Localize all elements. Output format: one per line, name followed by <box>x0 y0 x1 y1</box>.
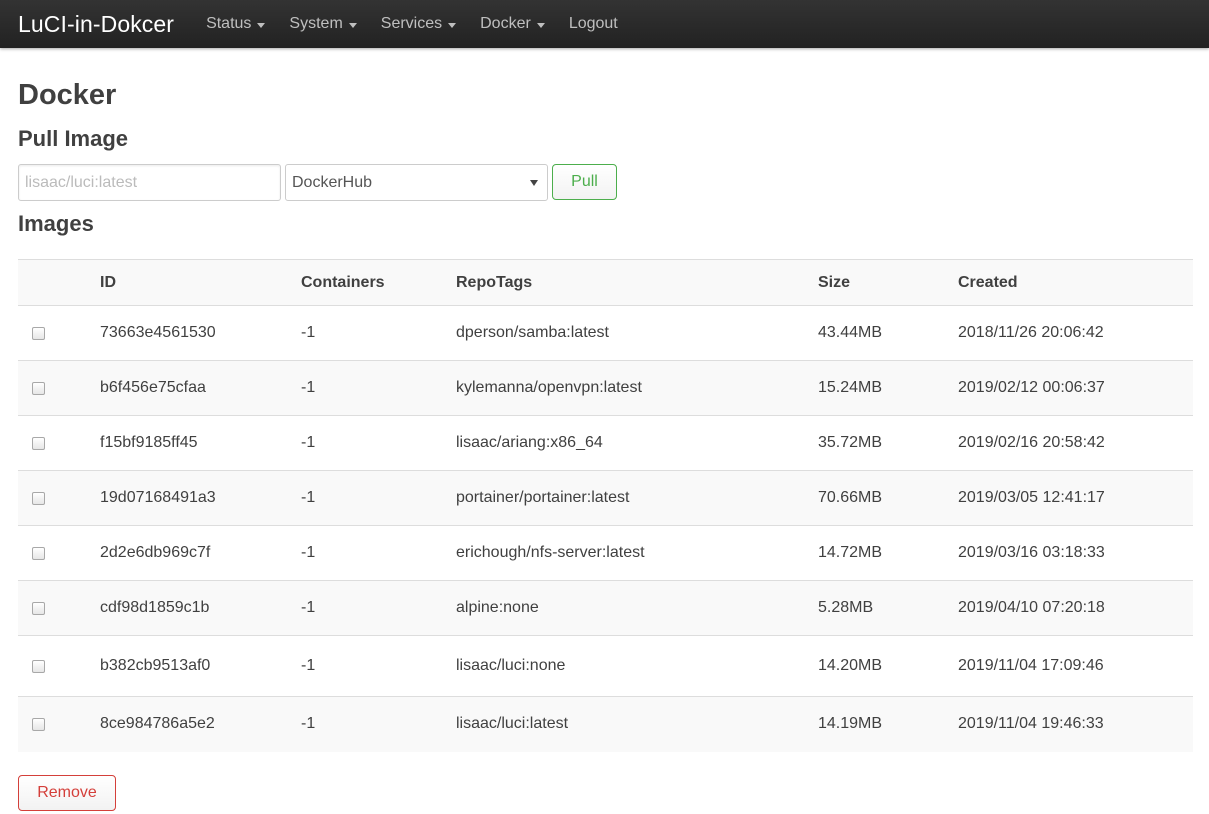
page-title: Docker <box>18 79 117 111</box>
dropdown-arrow-icon <box>530 179 538 186</box>
image-created: 2019/11/04 19:46:33 <box>958 715 1104 733</box>
image-repotags: dperson/samba:latest <box>456 305 818 361</box>
image-size: 15.24MB <box>818 360 958 416</box>
row-checkbox[interactable] <box>32 491 45 505</box>
images-title: Images <box>18 211 94 236</box>
image-containers: -1 <box>301 580 456 636</box>
row-checkbox[interactable] <box>32 381 45 395</box>
table-header-row: ID Containers RepoTags Size Created <box>18 259 1193 306</box>
main-content: Docker Pull Image DockerHub Pull Images … <box>0 78 1209 811</box>
image-containers: -1 <box>301 715 316 733</box>
image-size: 14.19MB <box>818 715 883 733</box>
header-repotags: RepoTags <box>456 259 818 306</box>
chevron-down-icon <box>536 22 545 28</box>
image-size: 5.28MB <box>818 580 958 636</box>
header-select <box>18 259 100 306</box>
table-row: b382cb9513af0 -1 lisaac/luci:none 14.20M… <box>18 635 1193 697</box>
nav-docker-label: Docker <box>480 15 531 32</box>
header-containers: Containers <box>301 259 456 306</box>
image-name-input[interactable] <box>18 164 281 201</box>
image-created: 2019/02/16 20:58:42 <box>958 415 1193 471</box>
table-row: cdf98d1859c1b -1 alpine:none 5.28MB 2019… <box>18 580 1193 636</box>
image-containers: -1 <box>301 470 456 526</box>
pull-button[interactable]: Pull <box>552 164 617 200</box>
nav-status-menu[interactable]: Status <box>194 0 277 48</box>
header-id: ID <box>100 259 301 306</box>
image-id: f15bf9185ff45 <box>100 415 301 471</box>
nav-system-label: System <box>289 15 343 32</box>
image-created: 2019/04/10 07:20:18 <box>958 580 1193 636</box>
chevron-down-icon <box>257 22 266 28</box>
table-row: 2d2e6db969c7f -1 erichough/nfs-server:la… <box>18 525 1193 581</box>
image-size: 70.66MB <box>818 470 958 526</box>
image-repotags: lisaac/luci:none <box>456 635 818 697</box>
chevron-down-icon <box>348 22 357 28</box>
image-repotags: portainer/portainer:latest <box>456 470 818 526</box>
image-created: 2019/03/16 03:18:33 <box>958 525 1193 581</box>
image-id: b382cb9513af0 <box>100 635 301 697</box>
image-size: 43.44MB <box>818 305 958 361</box>
image-id: 19d07168491a3 <box>100 470 301 526</box>
row-checkbox[interactable] <box>32 546 45 560</box>
registry-select-value: DockerHub <box>292 173 373 191</box>
image-repotags: alpine:none <box>456 580 818 636</box>
row-checkbox[interactable] <box>32 326 45 340</box>
row-checkbox[interactable] <box>32 436 45 450</box>
nav-services-label: Services <box>380 15 443 32</box>
header-created: Created <box>958 259 1193 306</box>
pull-image-title: Pull Image <box>18 126 129 151</box>
nav-status-label: Status <box>206 15 252 32</box>
table-row: 8ce984786a5e2 -1 lisaac/luci:latest 14.1… <box>18 696 1193 752</box>
table-row: b6f456e75cfaa -1 kylemanna/openvpn:lates… <box>18 360 1193 416</box>
image-containers: -1 <box>301 415 456 471</box>
image-containers: -1 <box>301 525 456 581</box>
registry-select[interactable]: DockerHub <box>285 164 548 201</box>
image-id: 73663e4561530 <box>100 305 301 361</box>
image-containers: -1 <box>301 635 456 697</box>
brand-logo[interactable]: LuCI-in-Dokcer <box>18 11 174 38</box>
image-size: 35.72MB <box>818 415 958 471</box>
image-size: 14.72MB <box>818 525 958 581</box>
image-id: 8ce984786a5e2 <box>100 715 215 733</box>
row-checkbox[interactable] <box>32 717 45 731</box>
top-navbar: LuCI-in-Dokcer Status System Services Do… <box>0 0 1209 48</box>
table-row: 73663e4561530 -1 dperson/samba:latest 43… <box>18 305 1193 361</box>
remove-button[interactable]: Remove <box>18 774 116 811</box>
row-checkbox[interactable] <box>32 601 45 615</box>
pull-image-form: DockerHub Pull <box>18 164 1193 201</box>
image-repotags: lisaac/luci:latest <box>456 715 569 733</box>
nav-logout-link[interactable]: Logout <box>557 0 630 48</box>
image-id: 2d2e6db969c7f <box>100 525 301 581</box>
images-table: ID Containers RepoTags Size Created 7366… <box>18 259 1193 752</box>
nav-docker-menu[interactable]: Docker <box>468 0 557 48</box>
row-checkbox[interactable] <box>32 659 45 673</box>
image-created: 2018/11/26 20:06:42 <box>958 305 1193 361</box>
image-created: 2019/11/04 17:09:46 <box>958 635 1193 697</box>
image-id: cdf98d1859c1b <box>100 580 301 636</box>
image-repotags: lisaac/ariang:x86_64 <box>456 415 818 471</box>
image-repotags: erichough/nfs-server:latest <box>456 525 818 581</box>
image-repotags: kylemanna/openvpn:latest <box>456 360 818 416</box>
image-containers: -1 <box>301 360 456 416</box>
nav-system-menu[interactable]: System <box>277 0 368 48</box>
image-size: 14.20MB <box>818 635 958 697</box>
nav-logout-label: Logout <box>568 15 618 32</box>
image-id: b6f456e75cfaa <box>100 360 301 416</box>
table-row: 19d07168491a3 -1 portainer/portainer:lat… <box>18 470 1193 526</box>
image-containers: -1 <box>301 305 456 361</box>
chevron-down-icon <box>448 22 457 28</box>
nav-services-menu[interactable]: Services <box>369 0 468 48</box>
image-created: 2019/03/05 12:41:17 <box>958 470 1193 526</box>
image-created: 2019/02/12 00:06:37 <box>958 360 1193 416</box>
table-row: f15bf9185ff45 -1 lisaac/ariang:x86_64 35… <box>18 415 1193 471</box>
header-size: Size <box>818 259 958 306</box>
